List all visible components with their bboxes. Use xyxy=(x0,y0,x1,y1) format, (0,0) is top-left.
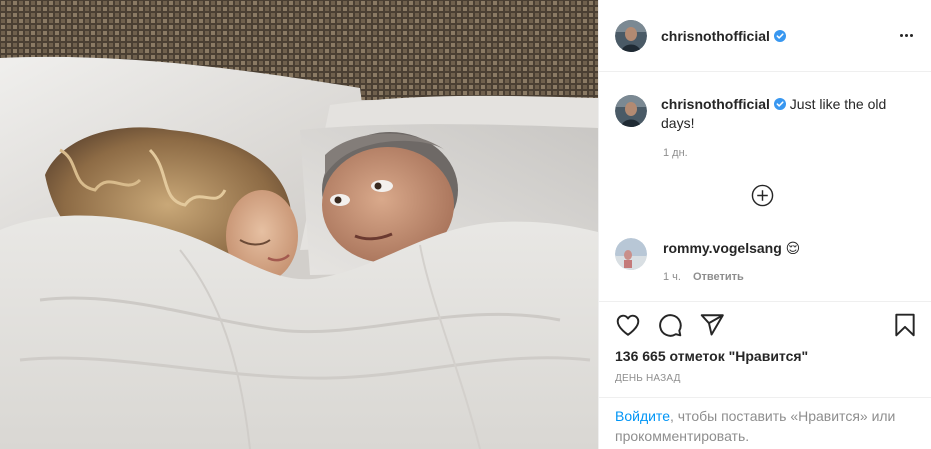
login-prompt: Войдите, чтобы поставить «Нравится» или … xyxy=(599,397,931,446)
comment-text: 😌 xyxy=(785,240,801,256)
post-date[interactable]: ДЕНЬ НАЗАД xyxy=(615,373,681,384)
post-caption: chrisnothofficial Just like the old days… xyxy=(615,95,915,133)
more-options-icon[interactable] xyxy=(900,26,916,44)
comment-text-block: rommy.vogelsang 😌 xyxy=(663,238,800,270)
heart-icon[interactable] xyxy=(615,312,641,338)
bookmark-icon[interactable] xyxy=(892,312,918,338)
action-bar xyxy=(615,312,725,338)
instagram-post: chrisnothofficial chrisnothofficial Just… xyxy=(0,0,931,449)
load-more-comments-icon[interactable] xyxy=(751,184,774,207)
post-header: chrisnothofficial xyxy=(599,0,931,72)
share-icon[interactable] xyxy=(699,312,725,338)
author-username[interactable]: chrisnothofficial xyxy=(661,28,770,44)
verified-badge-icon xyxy=(773,29,786,42)
verified-badge-icon xyxy=(773,98,786,110)
post-actions-section: 136 665 отметок "Нравится" ДЕНЬ НАЗАД Во… xyxy=(599,301,931,449)
comment-time[interactable]: 1 ч. xyxy=(663,271,681,283)
comment-meta: 1 ч. Ответить xyxy=(663,271,744,283)
post-side-panel: chrisnothofficial chrisnothofficial Just… xyxy=(598,0,931,449)
caption-text-block: chrisnothofficial Just like the old days… xyxy=(661,95,891,133)
caption-time[interactable]: 1 дн. xyxy=(663,147,688,159)
post-photo[interactable] xyxy=(0,0,598,449)
post-image xyxy=(0,0,598,449)
likes-count[interactable]: 136 665 отметок "Нравится" xyxy=(615,348,808,364)
comment-item: rommy.vogelsang 😌 xyxy=(615,238,800,270)
caption-username[interactable]: chrisnothofficial xyxy=(661,96,770,112)
comment-username[interactable]: rommy.vogelsang xyxy=(663,240,782,256)
comment-icon[interactable] xyxy=(657,312,683,338)
caption-author-avatar[interactable] xyxy=(615,95,647,127)
author-avatar[interactable] xyxy=(615,19,647,52)
reply-button[interactable]: Ответить xyxy=(693,271,744,283)
commenter-avatar[interactable] xyxy=(615,238,647,270)
login-link[interactable]: Войдите xyxy=(615,408,670,424)
